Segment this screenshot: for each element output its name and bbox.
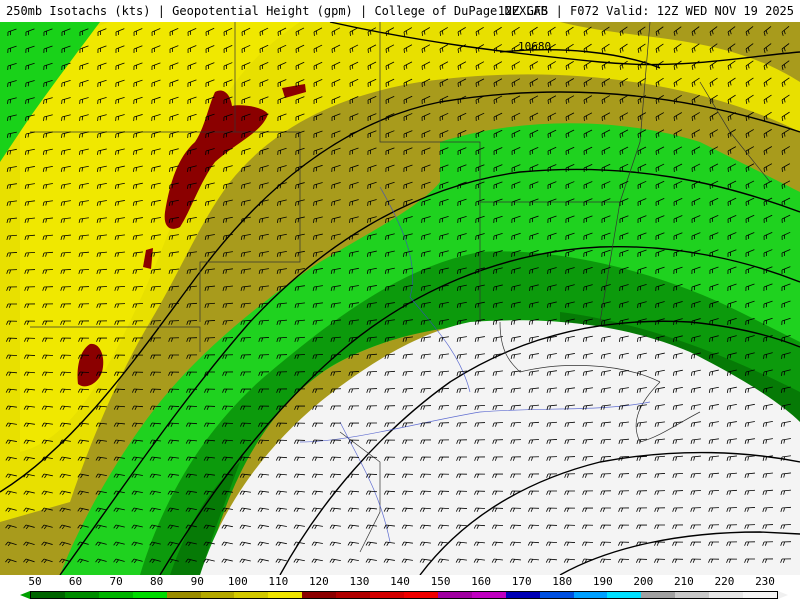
colorbar-swatch: [302, 592, 337, 598]
colorbar-swatch: [437, 592, 472, 598]
colorbar-swatch: [166, 592, 201, 598]
colorbar-swatch: [607, 592, 642, 598]
height-contour-label: 10680: [518, 40, 551, 53]
colorbar-tick-label: 60: [68, 575, 83, 588]
colorbar-swatch: [505, 592, 540, 598]
colorbar-swatch: [709, 592, 744, 598]
colorbar-tick-label: 170: [511, 575, 532, 588]
colorbar-tick-label: 110: [268, 575, 289, 588]
colorbar-swatch: [31, 592, 65, 598]
isotach-colorbar: 50 60 70 80 90 100 110 120 130 140 150 160 170 180 190…: [0, 575, 800, 600]
colorbar-swatch: [743, 592, 777, 598]
colorbar-tick-label: 80: [150, 575, 164, 588]
colorbar-swatch: [675, 592, 710, 598]
colorbar-swatch: [573, 592, 608, 598]
colorbar-swatch: [370, 592, 404, 598]
map-header: 250mb Isotachs (kts) | Geopotential Heig…: [0, 0, 800, 22]
colorbar-swatch: [471, 592, 506, 598]
colorbar-tick-label: 200: [633, 575, 654, 588]
weather-map[interactable]: 10680: [0, 22, 800, 575]
run-valid-title: 12Z GFS | F072 Valid: 12Z WED NOV 19 202…: [497, 4, 794, 18]
colorbar-swatches: [30, 591, 778, 599]
colorbar-swatch: [132, 592, 167, 598]
product-title: 250mb Isotachs (kts) | Geopotential Heig…: [6, 4, 548, 18]
colorbar-tick-label: 90: [190, 575, 204, 588]
colorbar-tick-label: 230: [755, 575, 775, 588]
colorbar-tick-label: 100: [227, 575, 248, 588]
colorbar-swatch: [200, 592, 235, 598]
colorbar-min-arrow-icon: [20, 591, 30, 599]
colorbar-tick-label: 190: [592, 575, 613, 588]
map-viewer: 250mb Isotachs (kts) | Geopotential Heig…: [0, 0, 800, 600]
colorbar-tick-label: 160: [471, 575, 492, 588]
map-canvas: 10680: [0, 22, 800, 575]
colorbar-swatch: [64, 592, 99, 598]
colorbar-swatch: [268, 592, 303, 598]
colorbar-tick-label: 220: [714, 575, 735, 588]
colorbar-tick-label: 120: [308, 575, 329, 588]
colorbar-tick-label: 50: [28, 575, 42, 588]
colorbar-swatch: [336, 592, 371, 598]
colorbar-tick-label: 150: [430, 575, 451, 588]
colorbar-max-arrow-icon: [778, 591, 788, 599]
colorbar-tick-label: 70: [109, 575, 123, 588]
colorbar-tick-label: 140: [390, 575, 410, 588]
colorbar-tick-label: 130: [349, 575, 370, 588]
colorbar-swatch: [403, 592, 438, 598]
colorbar-tick-label: 210: [673, 575, 694, 588]
colorbar-swatch: [234, 592, 269, 598]
colorbar-swatch: [539, 592, 574, 598]
colorbar-swatch: [98, 592, 133, 598]
colorbar-tick-label: 180: [552, 575, 573, 588]
colorbar-swatch: [641, 592, 676, 598]
